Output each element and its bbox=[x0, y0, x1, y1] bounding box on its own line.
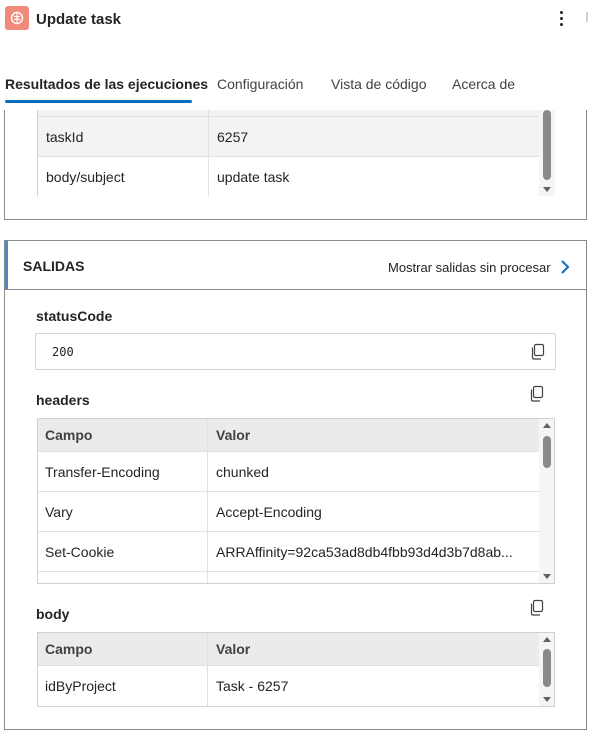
field-cell: idByProject bbox=[38, 666, 208, 706]
inputs-card: taskId 6257 body/subject update task bbox=[4, 110, 587, 220]
table-row: body/subject update task bbox=[38, 157, 539, 196]
value-cell: ARRAffinity=92ca53ad8db4fbb93d4d3b7d8ab.… bbox=[216, 543, 513, 560]
field-cell: Set-Cookie bbox=[38, 532, 208, 571]
scroll-down-arrow[interactable] bbox=[543, 187, 551, 192]
panel-header: Update task bbox=[0, 0, 594, 62]
value-cell: Task - 6257 bbox=[216, 678, 289, 694]
field-cell: Vary bbox=[38, 492, 208, 531]
field-cell: body/subject bbox=[38, 157, 209, 196]
column-header: Valor bbox=[216, 640, 251, 657]
inputs-table-viewport: taskId 6257 body/subject update task bbox=[37, 110, 555, 196]
table-row: Transfer-Encoding chunked bbox=[38, 452, 539, 492]
active-tab-indicator bbox=[5, 100, 192, 103]
headers-table: Campo Valor Transfer-Encoding chunked Va… bbox=[38, 419, 539, 583]
body-label: body bbox=[36, 606, 70, 622]
tab-code-view[interactable]: Vista de código bbox=[331, 76, 426, 92]
headers-table-viewport: Campo Valor Transfer-Encoding chunked Va… bbox=[37, 418, 555, 584]
brain-icon bbox=[5, 6, 29, 30]
tab-bar: Resultados de las ejecuciones Configurac… bbox=[0, 66, 594, 106]
body-scrollbar[interactable] bbox=[539, 633, 554, 706]
copy-icon[interactable] bbox=[529, 385, 545, 403]
table-row bbox=[38, 572, 539, 583]
scroll-thumb[interactable] bbox=[543, 436, 551, 468]
value-cell: 6257 bbox=[217, 128, 249, 145]
column-header: Campo bbox=[38, 419, 208, 451]
field-cell: Transfer-Encoding bbox=[38, 452, 208, 491]
table-row: Set-Cookie ARRAffinity=92ca53ad8db4fbb93… bbox=[38, 532, 539, 572]
body-table: Campo Valor idByProject Task - 6257 bbox=[38, 633, 539, 706]
headers-label: headers bbox=[36, 392, 90, 408]
scroll-up-arrow[interactable] bbox=[543, 637, 551, 642]
table-row: idByProject Task - 6257 bbox=[38, 666, 539, 706]
copy-icon[interactable] bbox=[529, 599, 545, 617]
field-cell: taskId bbox=[38, 117, 209, 156]
page-title: Update task bbox=[36, 11, 122, 28]
tab-settings[interactable]: Configuración bbox=[217, 76, 303, 92]
value-cell: update task bbox=[217, 169, 290, 185]
outputs-card: SALIDAS Mostrar salidas sin procesar sta… bbox=[4, 240, 587, 730]
tab-about[interactable]: Acerca de bbox=[452, 76, 515, 92]
table-row bbox=[38, 110, 539, 117]
status-code-box: 200 bbox=[35, 333, 556, 370]
value-cell: Accept-Encoding bbox=[216, 503, 322, 520]
scroll-down-arrow[interactable] bbox=[543, 574, 551, 579]
headers-scrollbar[interactable] bbox=[539, 419, 554, 583]
scroll-up-arrow[interactable] bbox=[543, 423, 551, 428]
table-header-row: Campo Valor bbox=[38, 419, 539, 452]
inputs-table: taskId 6257 body/subject update task bbox=[37, 110, 540, 196]
inputs-scrollbar[interactable] bbox=[539, 110, 555, 196]
scroll-thumb[interactable] bbox=[543, 649, 551, 687]
copy-icon[interactable] bbox=[530, 343, 546, 361]
value-cell: chunked bbox=[216, 463, 269, 480]
body-table-viewport: Campo Valor idByProject Task - 6257 bbox=[37, 632, 555, 707]
column-header: Campo bbox=[38, 633, 208, 665]
table-row: Vary Accept-Encoding bbox=[38, 492, 539, 532]
status-code-value: 200 bbox=[52, 345, 74, 359]
outputs-title: SALIDAS bbox=[23, 258, 85, 274]
column-header: Valor bbox=[216, 426, 251, 443]
table-header-row: Campo Valor bbox=[38, 633, 539, 666]
more-options-icon[interactable] bbox=[553, 8, 569, 28]
outputs-header: SALIDAS Mostrar salidas sin procesar bbox=[5, 241, 586, 290]
status-code-label: statusCode bbox=[36, 308, 113, 324]
panel-edge bbox=[586, 2, 589, 62]
scroll-down-arrow[interactable] bbox=[543, 697, 551, 702]
scroll-thumb[interactable] bbox=[543, 110, 551, 180]
table-row: taskId 6257 bbox=[38, 117, 539, 157]
show-raw-outputs-link[interactable]: Mostrar salidas sin procesar bbox=[388, 260, 551, 275]
tab-run-results[interactable]: Resultados de las ejecuciones bbox=[5, 76, 208, 92]
chevron-right-icon[interactable] bbox=[557, 259, 573, 275]
